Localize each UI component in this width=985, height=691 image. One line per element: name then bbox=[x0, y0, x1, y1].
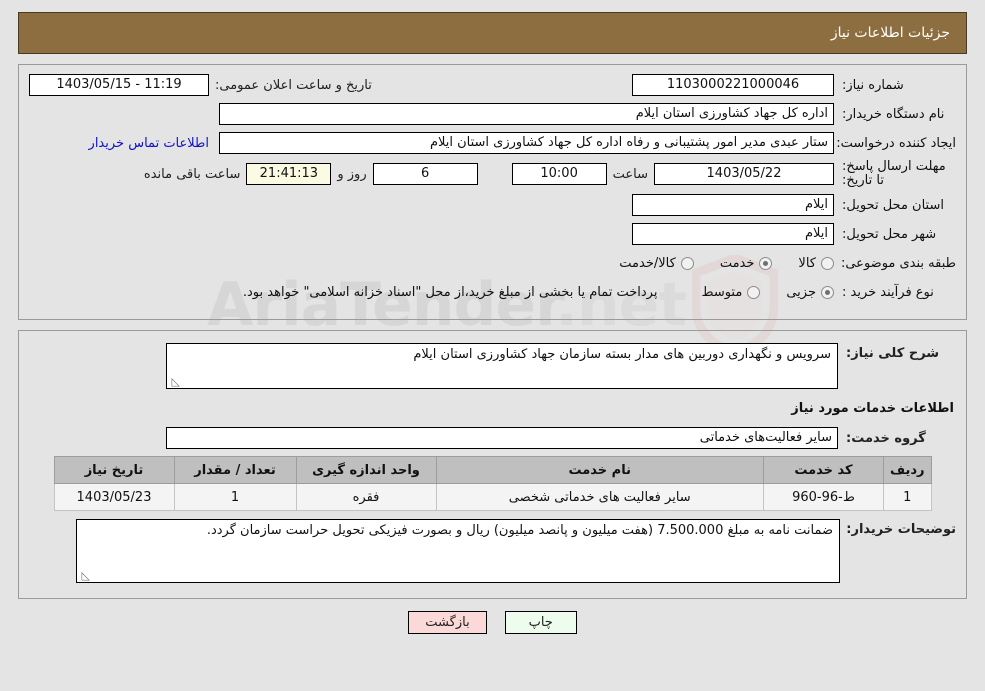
cell-service-code: ط-96-960 bbox=[762, 483, 884, 511]
buyer-contact-link[interactable]: اطلاعات تماس خریدار bbox=[79, 136, 219, 151]
row-province: استان محل تحویل: ایلام bbox=[29, 193, 956, 217]
process-option-jozee[interactable]: جزیی bbox=[786, 285, 834, 300]
general-desc-label: شرح کلی نیاز: bbox=[846, 346, 940, 361]
cell-row-no: 1 bbox=[882, 483, 932, 511]
radio-icon[interactable] bbox=[821, 285, 834, 299]
col-unit: واحد اندازه گیری bbox=[295, 456, 437, 484]
row-buyer-org: نام دستگاه خریدار: اداره کل جهاد کشاورزی… bbox=[29, 102, 956, 126]
remaining-time-label: ساعت باقی مانده bbox=[143, 166, 241, 182]
radio-icon[interactable] bbox=[759, 256, 773, 270]
need-details-panel: شرح کلی نیاز: سرویس و نگهداری دوربین های… bbox=[18, 330, 967, 599]
page-root: AriaTender.net جزئیات اطلاعات نیاز شماره… bbox=[0, 12, 985, 691]
items-table: ردیف کد خدمت نام خدمت واحد اندازه گیری ت… bbox=[53, 456, 932, 511]
row-service-group: گروه خدمت: سایر فعالیت‌های خدماتی bbox=[29, 426, 956, 450]
row-process: نوع فرآیند خرید : جزیی متوسط پرداخت تمام… bbox=[29, 280, 956, 304]
category-option-label: کالا/خدمت bbox=[619, 255, 676, 271]
need-number-label: شماره نیاز: bbox=[842, 77, 904, 93]
col-service-code: کد خدمت bbox=[762, 456, 884, 484]
creator-label: ایجاد کننده درخواست: bbox=[836, 135, 956, 151]
service-group-input[interactable]: سایر فعالیت‌های خدماتی bbox=[166, 427, 838, 449]
col-quantity: تعداد / مقدار bbox=[173, 456, 297, 484]
deadline-label: مهلت ارسال پاسخ: تا تاریخ: bbox=[842, 159, 946, 188]
resize-grip-icon[interactable]: ◺ bbox=[80, 570, 90, 581]
page-title: جزئیات اطلاعات نیاز bbox=[830, 25, 950, 41]
back-button[interactable]: بازگشت bbox=[408, 611, 487, 634]
general-desc-value: سرویس و نگهداری دوربین های مدار بسته ساز… bbox=[413, 347, 831, 362]
remaining-days-label: روز و bbox=[337, 166, 367, 182]
cell-quantity: 1 bbox=[173, 483, 297, 511]
creator-input[interactable]: ستار عبدی مدیر امور پشتیبانی و رفاه ادار… bbox=[219, 132, 834, 154]
page-title-bar: جزئیات اطلاعات نیاز bbox=[18, 12, 967, 54]
cell-need-date: 1403/05/23 bbox=[53, 483, 175, 511]
radio-icon[interactable] bbox=[747, 285, 761, 299]
row-category: طبقه بندی موضوعی: کالا خدمت کالا/خدمت bbox=[29, 251, 956, 275]
radio-icon[interactable] bbox=[821, 256, 834, 270]
city-label: شهر محل تحویل: bbox=[842, 226, 937, 242]
services-section-title: اطلاعات خدمات مورد نیاز bbox=[791, 401, 954, 416]
remaining-days-input[interactable]: 6 bbox=[372, 163, 478, 185]
radio-icon[interactable] bbox=[680, 256, 694, 270]
process-label: نوع فرآیند خرید : bbox=[842, 284, 934, 300]
table-header-row: ردیف کد خدمت نام خدمت واحد اندازه گیری ت… bbox=[53, 456, 932, 484]
row-general-description: شرح کلی نیاز: سرویس و نگهداری دوربین های… bbox=[29, 343, 956, 389]
cell-service-name: سایر فعالیت های خدماتی شخصی bbox=[435, 483, 764, 511]
process-option-label: جزیی bbox=[786, 284, 816, 300]
col-service-name: نام خدمت bbox=[435, 456, 764, 484]
province-input[interactable]: ایلام bbox=[632, 194, 834, 216]
city-input[interactable]: ایلام bbox=[632, 223, 834, 245]
category-option-kala[interactable]: کالا bbox=[798, 256, 834, 271]
category-option-label: کالا bbox=[798, 255, 816, 271]
buyer-org-label: نام دستگاه خریدار: bbox=[842, 106, 945, 122]
resize-grip-icon[interactable]: ◺ bbox=[170, 376, 180, 387]
deadline-hour-input[interactable]: 10:00 bbox=[511, 163, 607, 185]
table-row[interactable]: 1 ط-96-960 سایر فعالیت های خدماتی شخصی ف… bbox=[53, 483, 932, 511]
category-option-label: خدمت bbox=[719, 255, 755, 271]
buyer-notes-label: توضیحات خریدار: bbox=[846, 522, 956, 537]
category-option-kala-khedmat[interactable]: کالا/خدمت bbox=[619, 256, 694, 271]
need-summary-panel: شماره نیاز: 1103000221000046 تاریخ و ساع… bbox=[18, 64, 967, 320]
process-option-motevaset[interactable]: متوسط bbox=[701, 284, 761, 300]
province-label: استان محل تحویل: bbox=[842, 197, 944, 213]
category-option-khedmat[interactable]: خدمت bbox=[720, 256, 773, 271]
announce-datetime-input[interactable]: 11:19 - 1403/05/15 bbox=[29, 74, 209, 96]
buyer-notes-value: ضمانت نامه به مبلغ 7.500.000 (هفت میلیون… bbox=[206, 523, 833, 538]
service-group-label: گروه خدمت: bbox=[846, 430, 926, 446]
treasury-note: پرداخت تمام یا بخشی از مبلغ خرید،از محل … bbox=[242, 284, 658, 300]
footer-button-bar: چاپ بازگشت bbox=[0, 611, 985, 634]
deadline-hour-label: ساعت bbox=[612, 166, 648, 182]
row-creator: ایجاد کننده درخواست: ستار عبدی مدیر امور… bbox=[29, 131, 956, 155]
remaining-countdown: 21:41:13 bbox=[246, 163, 332, 185]
process-option-label: متوسط bbox=[701, 284, 743, 300]
announce-label: تاریخ و ساعت اعلان عمومی: bbox=[215, 77, 372, 93]
row-city: شهر محل تحویل: ایلام bbox=[29, 222, 956, 246]
col-row-no: ردیف bbox=[882, 456, 932, 484]
row-need-number: شماره نیاز: 1103000221000046 تاریخ و ساع… bbox=[29, 73, 956, 97]
row-buyer-notes: توضیحات خریدار: ضمانت نامه به مبلغ 7.500… bbox=[29, 519, 956, 583]
print-button[interactable]: چاپ bbox=[504, 611, 577, 634]
cell-unit: فقره bbox=[295, 483, 437, 511]
col-need-date: تاریخ نیاز bbox=[53, 456, 175, 484]
buyer-org-input[interactable]: اداره کل جهاد کشاورزی استان ایلام bbox=[219, 103, 834, 125]
row-deadline: مهلت ارسال پاسخ: تا تاریخ: 1403/05/22 سا… bbox=[29, 160, 956, 188]
category-label: طبقه بندی موضوعی: bbox=[840, 255, 956, 271]
buyer-notes-textarea[interactable]: ضمانت نامه به مبلغ 7.500.000 (هفت میلیون… bbox=[76, 519, 840, 583]
need-number-input[interactable]: 1103000221000046 bbox=[632, 74, 834, 96]
general-desc-textarea[interactable]: سرویس و نگهداری دوربین های مدار بسته ساز… bbox=[166, 343, 838, 389]
deadline-date-input[interactable]: 1403/05/22 bbox=[654, 163, 834, 185]
